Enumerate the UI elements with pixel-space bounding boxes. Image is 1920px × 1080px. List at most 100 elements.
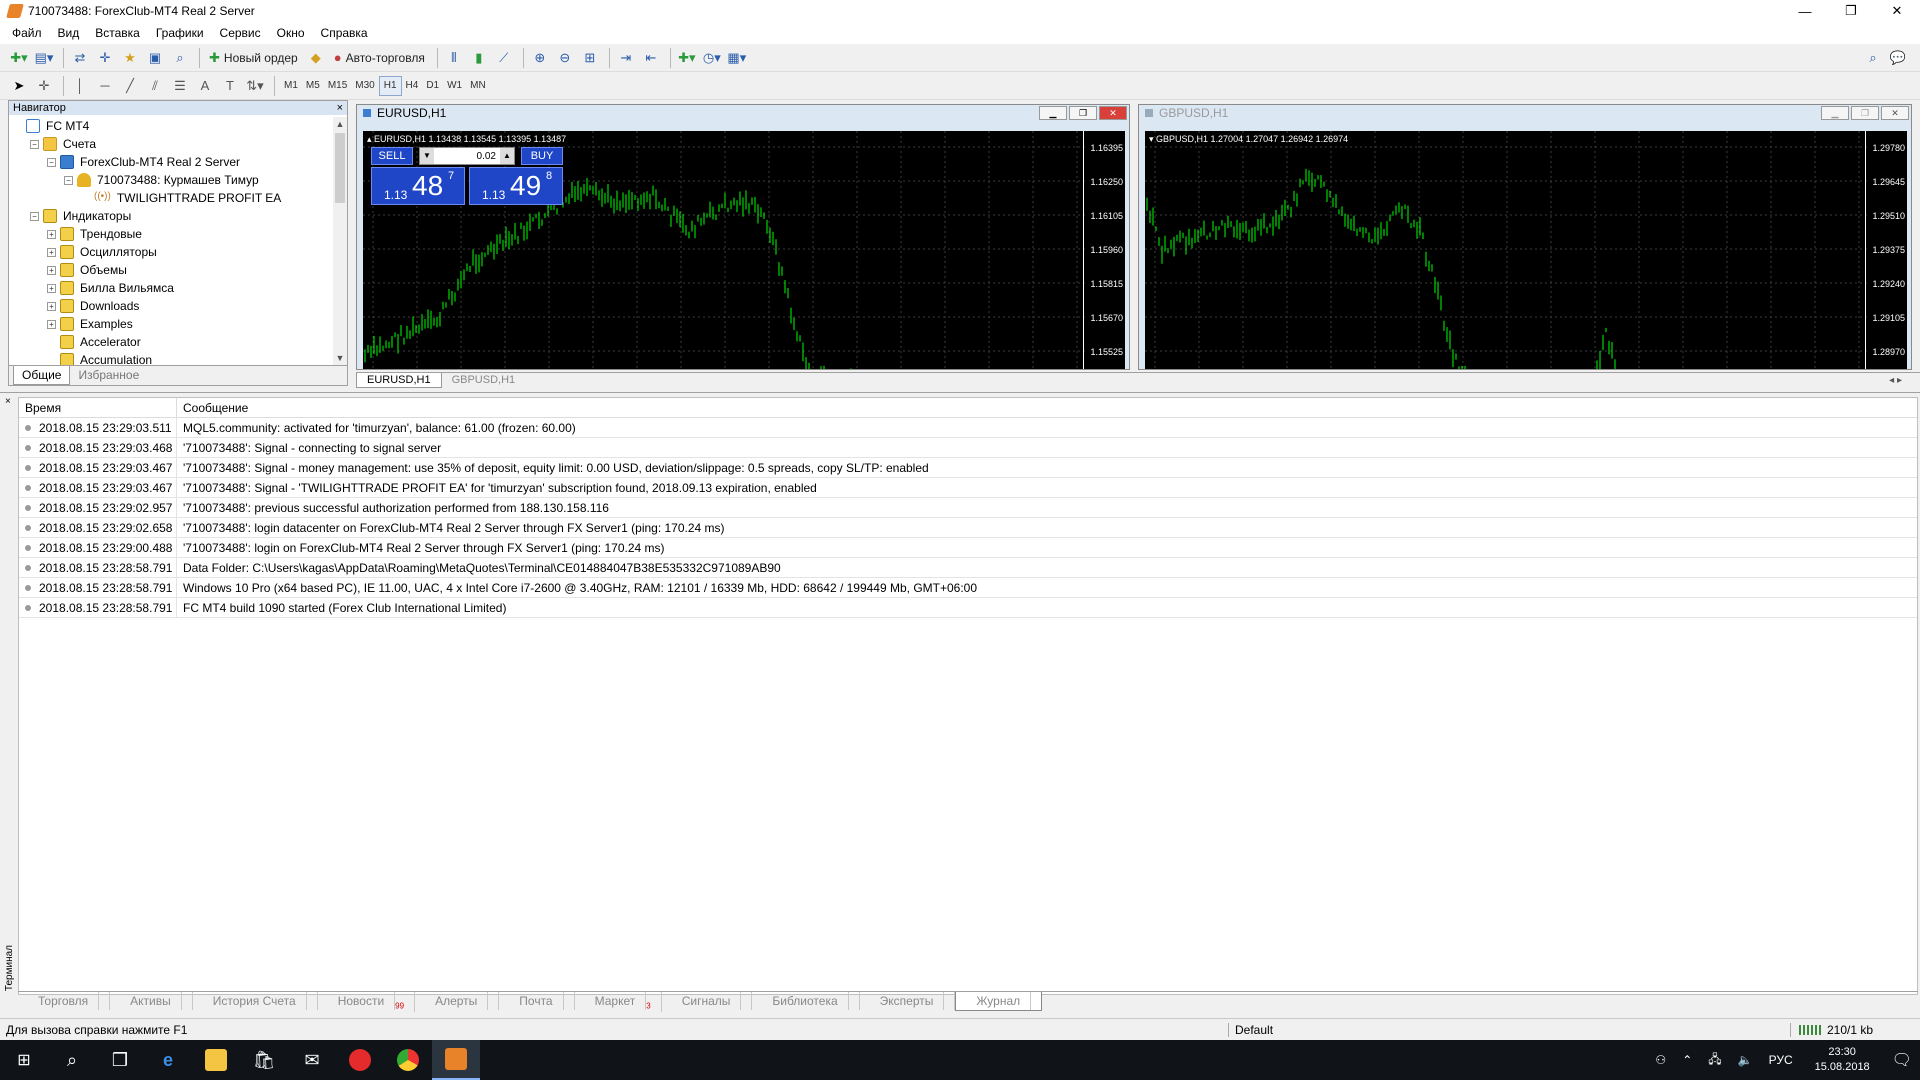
terminal-tab[interactable]: Новости 99 <box>318 992 416 1013</box>
log-row[interactable]: 2018.08.15 23:28:58.791 Data Folder: C:\U… <box>19 558 1917 578</box>
terminal-tab[interactable]: Торговля <box>18 992 111 1010</box>
chart-shift-button[interactable]: ⇤ <box>640 47 662 69</box>
log-row[interactable]: 2018.08.15 23:29:03.467 '710073488': Sign… <box>19 458 1917 478</box>
text-button[interactable]: A <box>194 75 216 97</box>
menu-view[interactable]: Вид <box>50 26 88 40</box>
chrome-button[interactable] <box>384 1040 432 1080</box>
chart-close-button[interactable]: ✕ <box>1099 106 1127 120</box>
edge-button[interactable]: e <box>144 1040 192 1080</box>
log-row[interactable]: 2018.08.15 23:28:58.791 Windows 10 Pro (x… <box>19 578 1917 598</box>
tab-favorites[interactable]: Избранное <box>70 366 147 384</box>
collapse-icon[interactable]: − <box>47 157 56 167</box>
lot-size-input[interactable]: ▼ 0.02 ▲ <box>419 147 515 165</box>
chart-minimize-button[interactable]: ▁ <box>1821 106 1849 120</box>
tester-button[interactable]: ⌕ <box>169 47 191 69</box>
new-chart-button[interactable]: ✚▾ <box>8 47 30 69</box>
task-view-button[interactable]: ❒ <box>96 1040 144 1080</box>
menu-tools[interactable]: Сервис <box>212 26 269 40</box>
navigator-node[interactable]: + Осцилляторы <box>9 243 335 261</box>
new-order-button[interactable]: ✚ Новый ордер <box>205 47 302 69</box>
navigator-node[interactable]: + Объемы <box>9 261 335 279</box>
navigator-node[interactable]: + Трендовые <box>9 225 335 243</box>
terminal-tab[interactable]: Сигналы <box>662 992 753 1010</box>
terminal-close-button[interactable]: × <box>5 396 11 407</box>
buy-price[interactable]: 1.13 49 8 <box>469 167 563 205</box>
expand-icon[interactable]: + <box>47 283 56 293</box>
fibo-button[interactable]: ☰ <box>169 75 191 97</box>
navigator-node[interactable]: Accelerator <box>9 333 335 351</box>
sell-button[interactable]: SELL <box>371 147 413 165</box>
expand-icon[interactable]: + <box>47 247 56 257</box>
column-time[interactable]: Время <box>19 398 177 417</box>
scroll-thumb[interactable] <box>335 133 345 203</box>
tab-common[interactable]: Общие <box>13 366 71 385</box>
menu-file[interactable]: Файл <box>4 26 50 40</box>
navigator-close-button[interactable]: × <box>337 102 343 114</box>
search-taskbar-button[interactable]: ⌕ <box>48 1040 96 1080</box>
collapse-icon[interactable]: − <box>30 211 39 221</box>
collapse-icon[interactable]: − <box>30 139 39 149</box>
navigator-button[interactable]: ★ <box>119 47 141 69</box>
log-row[interactable]: 2018.08.15 23:29:02.957 '710073488': prev… <box>19 498 1917 518</box>
navigator-node[interactable]: FC MT4 <box>9 117 335 135</box>
sell-price[interactable]: 1.13 48 7 <box>371 167 465 205</box>
navigator-scrollbar[interactable]: ▲ ▼ <box>333 117 347 365</box>
channel-button[interactable]: ⫽ <box>144 75 166 97</box>
chart-area-eurusd[interactable]: ▴ EURUSD,H1 1.13438 1.13545 1.13395 1.13… <box>363 131 1125 369</box>
maximize-button[interactable]: ❐ <box>1828 0 1874 22</box>
buy-button[interactable]: BUY <box>521 147 563 165</box>
expand-icon[interactable]: + <box>47 319 56 329</box>
tf-h4[interactable]: H4 <box>402 76 423 96</box>
notifications-icon[interactable]: 🗨 <box>1892 1050 1912 1070</box>
zoom-out-button[interactable]: ⊖ <box>554 47 576 69</box>
indicators-button[interactable]: ✚▾ <box>676 47 698 69</box>
navigator-node[interactable]: + Downloads <box>9 297 335 315</box>
profiles-button[interactable]: ▤▾ <box>33 47 55 69</box>
autoscroll-button[interactable]: ⇥ <box>615 47 637 69</box>
connection-status[interactable]: 210/1 kb <box>1790 1022 1873 1037</box>
text-label-button[interactable]: T <box>219 75 241 97</box>
log-row[interactable]: 2018.08.15 23:28:58.791 FC MT4 build 1090… <box>19 598 1917 618</box>
store-button[interactable]: 🛍 <box>240 1040 288 1080</box>
search-button[interactable]: ⌕ <box>1862 47 1884 69</box>
log-row[interactable]: 2018.08.15 23:29:02.658 '710073488': logi… <box>19 518 1917 538</box>
periods-button[interactable]: ◷▾ <box>701 47 723 69</box>
scroll-down-icon[interactable]: ▼ <box>333 351 347 365</box>
expand-icon[interactable]: + <box>47 229 56 239</box>
chart-close-button[interactable]: ✕ <box>1881 106 1909 120</box>
cursor-button[interactable]: ➤ <box>8 75 30 97</box>
start-button[interactable]: ⊞ <box>0 1040 48 1080</box>
language-indicator[interactable]: РУС <box>1769 1053 1793 1067</box>
chart-tab-eurusd[interactable]: EURUSD,H1 <box>356 373 442 388</box>
chart-window-eurusd[interactable]: EURUSD,H1 ▁ ❐ ✕ ▴ EURUSD,H1 1.13438 1.13… <box>356 104 1130 370</box>
volume-icon[interactable]: 🔈 <box>1738 1053 1753 1067</box>
vertical-line-button[interactable]: │ <box>69 75 91 97</box>
chat-button[interactable]: 💬 <box>1887 47 1909 69</box>
log-row[interactable]: 2018.08.15 23:29:03.511 MQL5.community: a… <box>19 418 1917 438</box>
tf-m15[interactable]: M15 <box>324 76 351 96</box>
tray-expand-icon[interactable]: ⌃ <box>1682 1053 1692 1067</box>
terminal-tab[interactable]: Журнал <box>955 992 1043 1011</box>
arrows-button[interactable]: ⇅▾ <box>244 75 266 97</box>
chart-tab-scroll-icon[interactable]: ◂ ▸ <box>1879 374 1912 387</box>
close-button[interactable]: ✕ <box>1874 0 1920 22</box>
tf-d1[interactable]: D1 <box>422 76 443 96</box>
navigator-node[interactable]: ((•)) TWILIGHTTRADE PROFIT EA <box>9 189 335 207</box>
menu-charts[interactable]: Графики <box>148 26 212 40</box>
tf-w1[interactable]: W1 <box>443 76 466 96</box>
line-chart-button[interactable]: ⟋ <box>493 47 515 69</box>
terminal-tab[interactable]: Библиотека <box>752 992 860 1010</box>
mail-button[interactable]: ✉ <box>288 1040 336 1080</box>
bar-chart-button[interactable]: ⫴ <box>443 47 465 69</box>
people-icon[interactable]: ⚇ <box>1655 1053 1666 1067</box>
clock[interactable]: 23:30 15.08.2018 <box>1815 1045 1870 1075</box>
terminal-tab[interactable]: Алерты <box>415 992 500 1010</box>
auto-trading-button[interactable]: ● Авто-торговля <box>330 47 429 69</box>
chart-restore-button[interactable]: ❐ <box>1851 106 1879 120</box>
navigator-node[interactable]: − 710073488: Курмашев Тимур <box>9 171 335 189</box>
horizontal-line-button[interactable]: ─ <box>94 75 116 97</box>
navigator-node[interactable]: + Examples <box>9 315 335 333</box>
terminal-tab[interactable]: Активы <box>110 992 193 1010</box>
terminal-tab[interactable]: Маркет 3 <box>575 992 662 1013</box>
terminal-tab[interactable]: Эксперты <box>860 992 956 1010</box>
